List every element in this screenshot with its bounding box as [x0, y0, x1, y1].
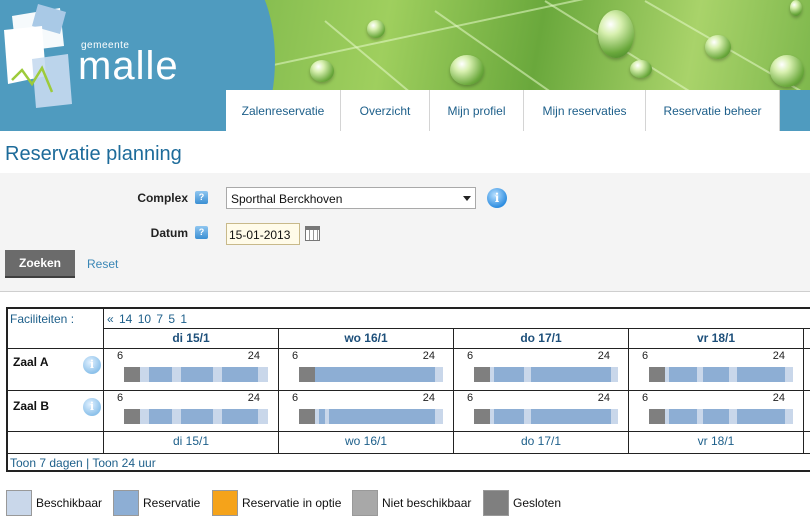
complex-info-icon[interactable]: i: [487, 188, 507, 208]
legend-swatch-reservatie-in-optie: [212, 490, 238, 516]
slot-start-hour: 6: [467, 392, 474, 404]
complex-select-value: Sporthal Berckhoven: [231, 192, 343, 206]
day-footer-link[interactable]: do 17/1: [454, 433, 628, 451]
footer-separator: |: [82, 456, 93, 470]
day-header: wo 16/1: [344, 331, 388, 345]
day-range-pager[interactable]: « 14 10 7 5 1: [107, 312, 187, 326]
show-24-hours-link[interactable]: Toon 24 uur: [92, 456, 155, 470]
room-name-zaal-a: Zaal A: [13, 355, 49, 369]
datum-help-icon[interactable]: ?: [195, 226, 208, 239]
legend-label: Beschikbaar: [36, 496, 103, 510]
availability-bar: [124, 409, 268, 424]
slot-end-hour: 24: [597, 350, 610, 362]
slot-end-hour: 24: [422, 350, 435, 362]
chevron-down-icon: [463, 196, 471, 201]
legend-label: Gesloten: [513, 496, 562, 510]
complex-help-icon[interactable]: ?: [195, 191, 208, 204]
nav-reservatie-beheer[interactable]: Reservatie beheer: [646, 90, 780, 131]
slot-end-hour: 24: [772, 392, 785, 404]
day-slot[interactable]: 6 24: [458, 392, 618, 432]
nav-end-cap: [780, 90, 810, 131]
show-7-days-link[interactable]: Toon 7 dagen: [10, 456, 83, 470]
availability-bar: [474, 367, 618, 382]
availability-bar: [649, 367, 793, 382]
day-slot[interactable]: 6 24: [458, 350, 618, 390]
day-slot[interactable]: 6 24: [283, 350, 443, 390]
slot-end-hour: 24: [772, 350, 785, 362]
page-title: Reservatie planning: [5, 143, 182, 165]
room-info-icon[interactable]: i: [83, 398, 101, 416]
complex-label: Complex: [137, 191, 188, 205]
day-header: vr 18/1: [696, 331, 736, 345]
nav-overzicht[interactable]: Overzicht: [341, 90, 430, 131]
complex-select[interactable]: Sporthal Berckhoven: [226, 187, 476, 209]
slot-end-hour: 24: [247, 392, 260, 404]
leaf-banner-image: [205, 0, 810, 131]
search-button[interactable]: Zoeken: [5, 250, 75, 278]
availability-bar: [474, 409, 618, 424]
calendar-icon[interactable]: [305, 226, 320, 241]
legend-label: Reservatie in optie: [242, 496, 342, 510]
day-footer-link[interactable]: wo 16/1: [279, 433, 453, 451]
slot-end-hour: 24: [597, 392, 610, 404]
slot-end-hour: 24: [247, 350, 260, 362]
slot-start-hour: 6: [292, 392, 299, 404]
main-nav: Zalenreservatie Overzicht Mijn profiel M…: [226, 90, 780, 131]
availability-bar: [649, 409, 793, 424]
slot-start-hour: 6: [642, 392, 649, 404]
day-footer-link[interactable]: di 15/1: [104, 433, 278, 451]
slot-start-hour: 6: [117, 350, 124, 362]
day-slot[interactable]: 6 24: [283, 392, 443, 432]
room-name-zaal-b: Zaal B: [13, 399, 50, 413]
day-slot[interactable]: 6 24: [108, 392, 268, 432]
legend-label: Niet beschikbaar: [382, 496, 472, 510]
logo-title: malle: [78, 44, 179, 88]
legend-swatch-gesloten: [483, 490, 509, 516]
legend-label: Reservatie: [143, 496, 201, 510]
day-header: di 15/1: [172, 331, 210, 345]
nav-mijn-reservaties[interactable]: Mijn reservaties: [524, 90, 646, 131]
facilities-label: Faciliteiten :: [10, 312, 75, 326]
slot-start-hour: 6: [642, 350, 649, 362]
slot-end-hour: 24: [422, 392, 435, 404]
day-footer-link[interactable]: vr 18/1: [629, 433, 803, 451]
nav-zalenreservatie[interactable]: Zalenreservatie: [226, 90, 341, 131]
day-header: do 17/1: [520, 331, 562, 345]
legend-swatch-reservatie: [113, 490, 139, 516]
room-info-icon[interactable]: i: [83, 356, 101, 374]
datum-input[interactable]: 15-01-2013: [226, 223, 300, 245]
reset-link[interactable]: Reset: [87, 257, 118, 271]
datum-label: Datum: [150, 226, 188, 240]
day-slot[interactable]: 6 24: [108, 350, 268, 390]
day-slot[interactable]: 6 24: [633, 350, 793, 390]
day-slot[interactable]: 6 24: [633, 392, 793, 432]
availability-bar: [299, 367, 443, 382]
slot-start-hour: 6: [117, 392, 124, 404]
legend-swatch-niet-beschikbaar: [352, 490, 378, 516]
slot-start-hour: 6: [292, 350, 299, 362]
grid-footer: Toon 7 dagen | Toon 24 uur: [10, 456, 156, 470]
malle-logo-icon: [4, 4, 72, 108]
availability-bar: [299, 409, 443, 424]
legend-swatch-beschikbaar: [6, 490, 32, 516]
site-header: gemeente malle Zalenreservatie Overzicht…: [0, 0, 810, 131]
divider: [0, 291, 810, 292]
availability-bar: [124, 367, 268, 382]
planning-grid: Faciliteiten : « 14 10 7 5 1 di 15/1 wo …: [6, 307, 810, 472]
slot-start-hour: 6: [467, 350, 474, 362]
nav-mijn-profiel[interactable]: Mijn profiel: [430, 90, 524, 131]
